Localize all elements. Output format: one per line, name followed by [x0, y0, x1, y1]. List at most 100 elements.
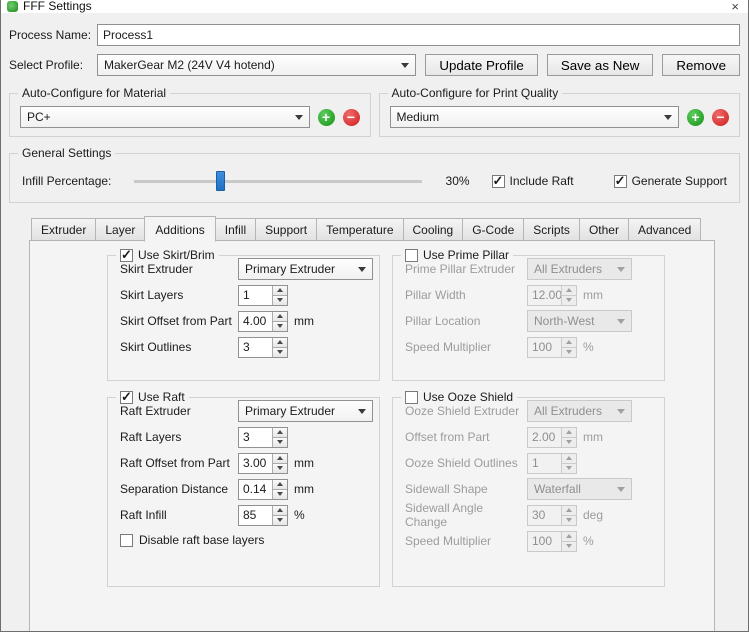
- use-skirt-group: Use Skirt/Brim Skirt Extruder Primary Ex…: [107, 255, 380, 381]
- tab-infill[interactable]: Infill: [216, 218, 255, 241]
- spin-down-icon: [561, 541, 576, 551]
- separation-distance-spinner[interactable]: 0.14: [238, 479, 288, 500]
- ooze-speed-label: Speed Multiplier: [405, 534, 527, 548]
- spin-up-icon[interactable]: [272, 428, 287, 437]
- raft-layers-spinner[interactable]: 3: [238, 427, 288, 448]
- skirt-extruder-select[interactable]: Primary Extruder: [238, 258, 373, 280]
- material-select-value: PC+: [27, 110, 51, 124]
- fff-settings-dialog: FFF Settings × Process Name: Select Prof…: [0, 0, 749, 632]
- generate-support-checkbox[interactable]: [614, 175, 627, 188]
- spin-up-icon[interactable]: [272, 506, 287, 515]
- spin-down-icon[interactable]: [272, 295, 287, 305]
- spin-down-icon[interactable]: [272, 515, 287, 525]
- slider-handle[interactable]: [216, 171, 225, 191]
- close-icon[interactable]: ×: [727, 1, 743, 12]
- skirt-offset-spinner[interactable]: 4.00: [238, 311, 288, 332]
- profile-select[interactable]: MakerGear M2 (24V V4 hotend): [97, 54, 416, 76]
- use-ooze-shield-title: Use Ooze Shield: [423, 390, 513, 404]
- skirt-outlines-spinner[interactable]: 3: [238, 337, 288, 358]
- skirt-layers-spinner[interactable]: 1: [238, 285, 288, 306]
- quality-select-value: Medium: [397, 110, 440, 124]
- spin-up-icon[interactable]: [272, 480, 287, 489]
- spin-down-icon: [561, 295, 576, 305]
- app-icon: [7, 1, 18, 12]
- add-material-icon[interactable]: +: [318, 109, 335, 126]
- prime-speed-label: Speed Multiplier: [405, 340, 527, 354]
- ooze-speed-unit: %: [583, 534, 594, 548]
- titlebar: FFF Settings ×: [1, 0, 748, 13]
- skirt-outlines-label: Skirt Outlines: [120, 340, 238, 354]
- spin-down-icon[interactable]: [272, 347, 287, 357]
- save-as-new-button[interactable]: Save as New: [547, 54, 654, 76]
- spin-down-icon[interactable]: [272, 463, 287, 473]
- prime-speed-unit: %: [583, 340, 594, 354]
- tab-advanced[interactable]: Advanced: [628, 218, 701, 241]
- spin-up-icon[interactable]: [272, 286, 287, 295]
- tab-extruder[interactable]: Extruder: [31, 218, 95, 241]
- tab-cooling[interactable]: Cooling: [403, 218, 463, 241]
- raft-extruder-select[interactable]: Primary Extruder: [238, 400, 373, 422]
- pillar-location-value: North-West: [534, 314, 594, 328]
- tab-layer[interactable]: Layer: [95, 218, 144, 241]
- spin-up-icon: [561, 338, 576, 347]
- raft-extruder-label: Raft Extruder: [120, 404, 238, 418]
- prime-speed-spinner: 100: [527, 337, 577, 358]
- spin-up-icon[interactable]: [272, 454, 287, 463]
- spin-down-icon[interactable]: [272, 321, 287, 331]
- tab-gcode[interactable]: G-Code: [462, 218, 523, 241]
- include-raft-label: Include Raft: [510, 174, 574, 188]
- spin-down-icon: [561, 437, 576, 447]
- sidewall-shape-label: Sidewall Shape: [405, 482, 527, 496]
- tab-support[interactable]: Support: [255, 218, 316, 241]
- include-raft-checkbox[interactable]: [492, 175, 505, 188]
- prime-extruder-value: All Extruders: [534, 262, 602, 276]
- pillar-width-unit: mm: [583, 288, 603, 302]
- chevron-down-icon: [617, 487, 625, 496]
- spin-up-icon: [561, 454, 576, 463]
- spin-down-icon[interactable]: [272, 437, 287, 447]
- sidewall-angle-spinner: 30: [527, 505, 577, 526]
- ooze-offset-label: Offset from Part: [405, 430, 527, 444]
- skirt-layers-label: Skirt Layers: [120, 288, 238, 302]
- skirt-offset-unit: mm: [294, 314, 314, 328]
- disable-raft-base-checkbox[interactable]: [120, 534, 133, 547]
- remove-quality-icon[interactable]: −: [712, 109, 729, 126]
- chevron-down-icon: [617, 267, 625, 276]
- use-raft-checkbox[interactable]: [120, 391, 133, 404]
- add-quality-icon[interactable]: +: [687, 109, 704, 126]
- process-name-input[interactable]: [97, 24, 740, 46]
- material-select[interactable]: PC+: [20, 106, 310, 128]
- use-prime-pillar-checkbox[interactable]: [405, 249, 418, 262]
- raft-offset-unit: mm: [294, 456, 314, 470]
- tab-additions[interactable]: Additions: [144, 216, 215, 242]
- remove-button[interactable]: Remove: [662, 54, 740, 76]
- update-profile-button[interactable]: Update Profile: [425, 54, 537, 76]
- raft-infill-spinner[interactable]: 85: [238, 505, 288, 526]
- select-profile-label: Select Profile:: [9, 58, 97, 72]
- use-prime-pillar-group: Use Prime Pillar Prime Pillar Extruder A…: [392, 255, 665, 381]
- spin-up-icon[interactable]: [272, 338, 287, 347]
- tab-temperature[interactable]: Temperature: [316, 218, 402, 241]
- spin-up-icon[interactable]: [272, 312, 287, 321]
- use-raft-group: Use Raft Raft Extruder Primary Extruder …: [107, 397, 380, 587]
- general-settings-title: General Settings: [22, 146, 111, 160]
- spin-down-icon[interactable]: [272, 489, 287, 499]
- additions-tab-panel: Use Skirt/Brim Skirt Extruder Primary Ex…: [29, 240, 715, 632]
- chevron-down-icon: [401, 63, 409, 72]
- use-skirt-checkbox[interactable]: [120, 249, 133, 262]
- tab-other[interactable]: Other: [579, 218, 628, 241]
- sidewall-angle-label: Sidewall Angle Change: [405, 501, 527, 529]
- sidewall-angle-unit: deg: [583, 508, 603, 522]
- quality-select[interactable]: Medium: [390, 106, 680, 128]
- use-ooze-shield-checkbox[interactable]: [405, 391, 418, 404]
- ooze-speed-spinner: 100: [527, 531, 577, 552]
- use-skirt-title: Use Skirt/Brim: [138, 248, 215, 262]
- infill-slider[interactable]: [134, 171, 422, 191]
- ooze-extruder-label: Ooze Shield Extruder: [405, 404, 527, 418]
- tab-scripts[interactable]: Scripts: [523, 218, 579, 241]
- raft-offset-spinner[interactable]: 3.00: [238, 453, 288, 474]
- remove-material-icon[interactable]: −: [343, 109, 360, 126]
- general-settings-group: General Settings Infill Percentage: 30% …: [9, 153, 740, 203]
- infill-value: 30%: [434, 174, 470, 188]
- prime-extruder-select: All Extruders: [527, 258, 632, 280]
